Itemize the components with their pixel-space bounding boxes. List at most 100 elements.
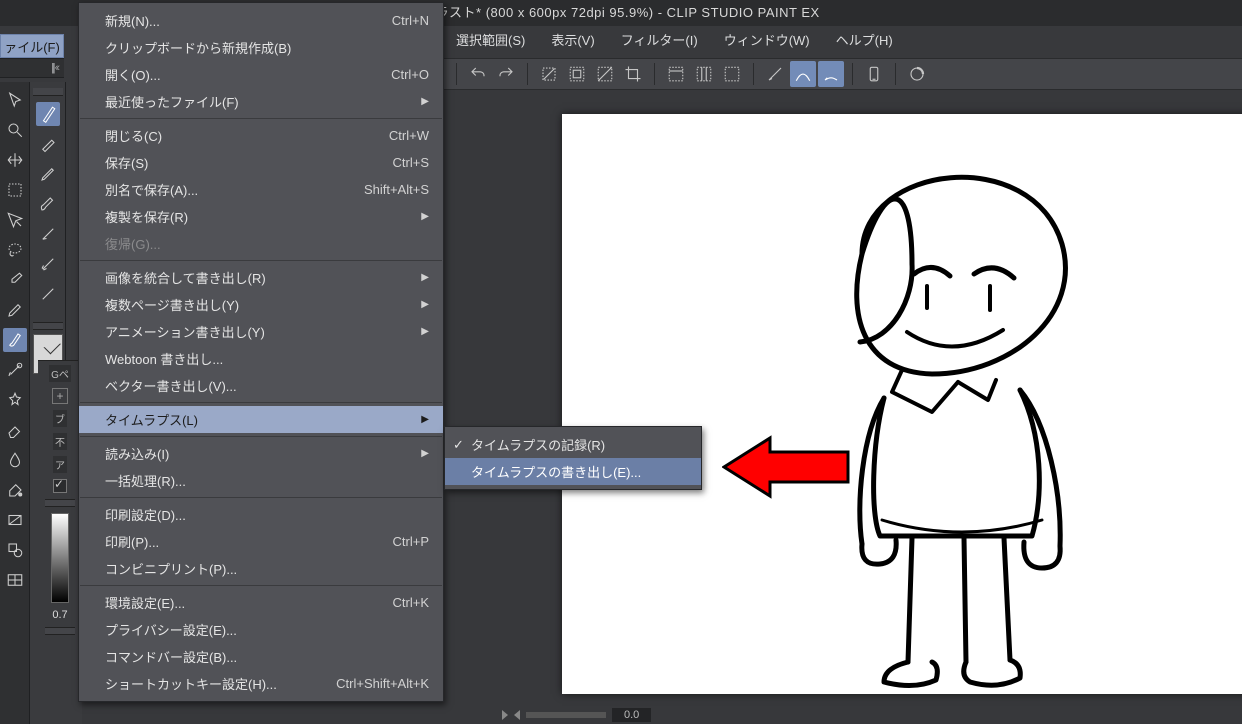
file-import[interactable]: 読み込み(I)▶ xyxy=(79,440,443,467)
redo-icon[interactable] xyxy=(493,61,519,87)
file-timelapse[interactable]: タイムラプス(L)▶ xyxy=(79,406,443,433)
file-save[interactable]: 保存(S)Ctrl+S xyxy=(79,149,443,176)
timelapse-record[interactable]: ✓ タイムラプスの記録(R) xyxy=(445,431,701,458)
file-multipage-export[interactable]: 複数ページ書き出し(Y)▶ xyxy=(79,291,443,318)
subtool-drybrush-icon[interactable] xyxy=(36,252,60,276)
separator xyxy=(80,402,442,403)
ruler-layer-icon[interactable] xyxy=(663,61,689,87)
subtool-calligraphy-icon[interactable] xyxy=(36,222,60,246)
timelapse-submenu: ✓ タイムラプスの記録(R) タイムラプスの書き出し(E)... xyxy=(444,426,702,490)
separator xyxy=(456,63,457,85)
prop-label-opacity: 不 xyxy=(53,433,67,450)
frame-tool-icon[interactable] xyxy=(3,568,27,592)
file-shortcut-settings[interactable]: ショートカットキー設定(H)...Ctrl+Shift+Alt+K xyxy=(79,670,443,697)
subtool-brush-icon[interactable] xyxy=(36,192,60,216)
file-batch[interactable]: 一括処理(R)... xyxy=(79,467,443,494)
file-new-from-clipboard[interactable]: クリップボードから新規作成(B) xyxy=(79,34,443,61)
file-save-as[interactable]: 別名で保存(A)...Shift+Alt+S xyxy=(79,176,443,203)
file-commandbar-settings[interactable]: コマンドバー設定(B)... xyxy=(79,643,443,670)
status-bar: 0.0 xyxy=(502,706,651,724)
title-text: イラスト* (800 x 600px 72dpi 95.9%) - CLIP S… xyxy=(422,5,819,20)
prev-frame-icon[interactable] xyxy=(502,710,508,720)
separator xyxy=(654,63,655,85)
invert-selection-icon[interactable] xyxy=(592,61,618,87)
file-vector-export[interactable]: ベクター書き出し(V)... xyxy=(79,372,443,399)
airbrush-tool-icon[interactable] xyxy=(3,358,27,382)
add-subtool-icon[interactable]: + xyxy=(52,388,68,404)
canvas-drawing xyxy=(562,114,1242,694)
menu-filter[interactable]: フィルター(I) xyxy=(609,27,710,52)
eraser-tool-icon[interactable] xyxy=(3,418,27,442)
decoration-tool-icon[interactable] xyxy=(3,388,27,412)
file-print[interactable]: 印刷(P)...Ctrl+P xyxy=(79,528,443,555)
menu-file[interactable]: ァイル(F) xyxy=(0,34,64,58)
separator xyxy=(527,63,528,85)
canvas[interactable] xyxy=(562,114,1242,694)
file-open[interactable]: 開く(O)...Ctrl+O xyxy=(79,61,443,88)
crop-icon[interactable] xyxy=(620,61,646,87)
move-tool-icon[interactable] xyxy=(3,148,27,172)
file-preferences[interactable]: 環境設定(E)...Ctrl+K xyxy=(79,589,443,616)
status-value: 0.0 xyxy=(612,708,651,722)
grid-icon[interactable] xyxy=(691,61,717,87)
snap-ruler-icon[interactable] xyxy=(762,61,788,87)
menu-selection[interactable]: 選択範囲(S) xyxy=(444,27,537,52)
selection-tool-icon[interactable] xyxy=(3,178,27,202)
separator xyxy=(80,497,442,498)
file-convenience-print[interactable]: コンビニプリント(P)... xyxy=(79,555,443,582)
file-revert: 復帰(G)... xyxy=(79,230,443,257)
clip-studio-icon[interactable] xyxy=(904,61,930,87)
figure-tool-icon[interactable] xyxy=(3,538,27,562)
color-header xyxy=(45,627,75,635)
deselect-icon[interactable] xyxy=(536,61,562,87)
prop-label-aa: ア xyxy=(53,456,67,473)
file-close[interactable]: 閉じる(C)Ctrl+W xyxy=(79,122,443,149)
file-button-label: ァイル(F) xyxy=(4,37,60,56)
file-recent[interactable]: 最近使ったファイル(F)▶ xyxy=(79,88,443,115)
next-frame-icon[interactable] xyxy=(514,710,520,720)
menu-window[interactable]: ウィンドウ(W) xyxy=(712,27,822,52)
lasso-tool-icon[interactable] xyxy=(3,238,27,262)
file-print-settings[interactable]: 印刷設定(D)... xyxy=(79,501,443,528)
subtool-marker-icon[interactable] xyxy=(36,132,60,156)
separator xyxy=(80,436,442,437)
snap-special-ruler-icon[interactable] xyxy=(790,61,816,87)
menu-help[interactable]: ヘルプ(H) xyxy=(824,27,905,52)
brush-size-gradient[interactable] xyxy=(51,513,69,603)
file-save-duplicate[interactable]: 複製を保存(R)▶ xyxy=(79,203,443,230)
tool-palette-main xyxy=(0,82,30,724)
file-webtoon-export[interactable]: Webtoon 書き出し... xyxy=(79,345,443,372)
timeline-mini[interactable] xyxy=(526,712,606,718)
marquee-icon[interactable] xyxy=(719,61,745,87)
subtool-last-icon[interactable] xyxy=(36,282,60,306)
prop-checkbox-1[interactable] xyxy=(53,479,67,493)
menu-view[interactable]: 表示(V) xyxy=(539,27,606,52)
snap-grid-icon[interactable] xyxy=(818,61,844,87)
auto-select-tool-icon[interactable] xyxy=(3,208,27,232)
separator xyxy=(80,260,442,261)
separator xyxy=(895,63,896,85)
zoom-tool-icon[interactable] xyxy=(3,118,27,142)
file-privacy[interactable]: プライバシー設定(E)... xyxy=(79,616,443,643)
operation-tool-icon[interactable] xyxy=(3,88,27,112)
undo-icon[interactable] xyxy=(465,61,491,87)
timelapse-export[interactable]: タイムラプスの書き出し(E)... xyxy=(445,458,701,485)
collapse-icon: ||| ‹‹ xyxy=(51,62,58,74)
separator xyxy=(852,63,853,85)
fill-tool-icon[interactable] xyxy=(3,478,27,502)
eyedropper-tool-icon[interactable] xyxy=(3,268,27,292)
subtool-pen-icon[interactable] xyxy=(36,102,60,126)
collapse-palette-toggle[interactable]: ||| ‹‹ xyxy=(0,58,64,78)
brush-size-value: 0.7 xyxy=(52,609,67,621)
file-animation-export[interactable]: アニメーション書き出し(Y)▶ xyxy=(79,318,443,345)
file-flatten-export[interactable]: 画像を統合して書き出し(R)▶ xyxy=(79,264,443,291)
file-new[interactable]: 新規(N)...Ctrl+N xyxy=(79,7,443,34)
separator xyxy=(753,63,754,85)
subtool-pencil-icon[interactable] xyxy=(36,162,60,186)
pen-tool-icon[interactable] xyxy=(3,298,27,322)
smartphone-icon[interactable] xyxy=(861,61,887,87)
blend-tool-icon[interactable] xyxy=(3,448,27,472)
select-all-icon[interactable] xyxy=(564,61,590,87)
gradient-tool-icon[interactable] xyxy=(3,508,27,532)
brush-tool-icon[interactable] xyxy=(3,328,27,352)
